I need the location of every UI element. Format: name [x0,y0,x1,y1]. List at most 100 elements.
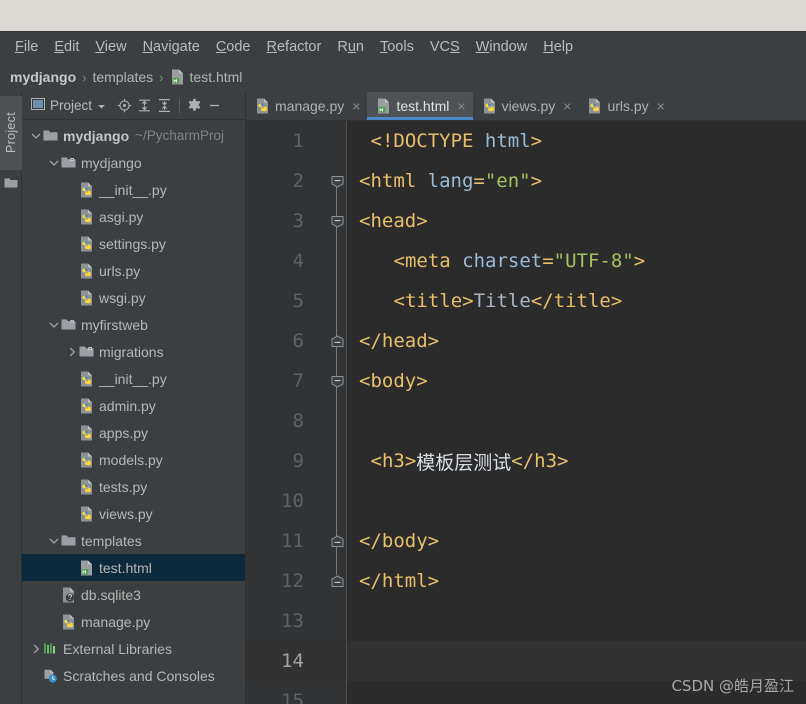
code-token-cjk: 模板层测试 [416,451,512,474]
chevron-down-icon[interactable] [46,321,61,329]
code-line-7[interactable]: <body> [347,361,806,401]
locate-icon[interactable] [115,96,134,115]
menu-item-code[interactable]: Code [208,35,259,59]
code-line-5[interactable]: <title> Title </title> [347,281,806,321]
scratches-icon [43,669,58,683]
close-icon[interactable]: × [352,99,360,113]
code-line-11[interactable]: </body> [347,521,806,561]
code-line-10[interactable] [347,481,806,521]
project-tree[interactable]: mydjango ~/PycharmProj mydjango __init__.py… [22,120,245,704]
expand-all-icon[interactable] [135,96,154,115]
breadcrumb-item-templates[interactable]: templates [92,69,153,85]
chevron-right-icon[interactable] [64,347,79,357]
menu-item-help[interactable]: Help [535,35,581,59]
menu-item-navigate[interactable]: Navigate [135,35,208,59]
close-icon[interactable]: × [457,99,465,113]
code-line-9[interactable]: <h3> 模板层测试 </h3> [347,441,806,481]
chevron-down-icon[interactable] [46,537,61,545]
code-line-4[interactable]: <meta charset = "UTF-8" > [347,241,806,281]
breadcrumb-item-label: mydjango [10,69,77,85]
editor-tab-label: manage.py [275,98,345,114]
minimize-icon[interactable] [205,96,224,115]
fold-expand-icon-11[interactable] [327,521,347,561]
python-file-icon [482,98,497,114]
code-line-14[interactable] [347,641,806,681]
tree-item-label: tests.py [99,478,148,495]
tree-item-asgi-py[interactable]: asgi.py [22,203,245,230]
code-token-tag: <body> [359,370,428,392]
menu-item-edit[interactable]: Edit [46,35,87,59]
tree-item-migrations[interactable]: migrations [22,338,245,365]
code-token-tag: <h3> [370,450,417,472]
project-view-selector[interactable]: Project [28,97,109,114]
tree-item-templates[interactable]: templates [22,527,245,554]
code-line-8[interactable] [347,401,806,441]
tree-item-mydjango[interactable]: mydjango [22,149,245,176]
tree-item-test-html[interactable]: test.html [22,554,245,581]
tree-item-label: asgi.py [99,208,144,225]
fold-collapse-icon-3[interactable] [327,201,347,241]
editor-tab-views-py[interactable]: views.py × [473,92,579,120]
editor-tab-manage-py[interactable]: manage.py × [246,92,367,120]
tree-item-wsgi-py[interactable]: wsgi.py [22,284,245,311]
code-line-13[interactable] [347,601,806,641]
breadcrumb-item-mydjango[interactable]: mydjango [10,69,76,85]
breadcrumb-item-label: templates [92,69,154,85]
tree-item-db-sqlite3[interactable]: db.sqlite3 [22,581,245,608]
fold-expand-icon-12[interactable] [327,561,347,601]
code-token-tag: </head> [359,330,440,352]
tree-item-models-py[interactable]: models.py [22,446,245,473]
fold-expand-icon-6[interactable] [327,321,347,361]
menu-item-file[interactable]: File [7,35,46,59]
html-file-icon [170,69,185,85]
code-line-3[interactable]: <head> [347,201,806,241]
gear-icon[interactable] [185,96,204,115]
tree-item--init-py[interactable]: __init__.py [22,365,245,392]
tree-item-manage-py[interactable]: manage.py [22,608,245,635]
editor-tab-label: views.py [501,98,556,114]
project-panel-toolbar [115,96,224,115]
chevron-down-icon[interactable] [28,132,43,140]
editor-tab-urls-py[interactable]: urls.py × [578,92,671,120]
tree-item-mydjango[interactable]: mydjango ~/PycharmProj [22,122,245,149]
tree-item-urls-py[interactable]: urls.py [22,257,245,284]
fold-collapse-icon-2[interactable] [327,161,347,201]
tool-window-button-project[interactable]: Project [0,96,22,170]
breadcrumb-item-test-html[interactable]: test.html [170,69,242,85]
tree-item--init-py[interactable]: __init__.py [22,176,245,203]
code-content[interactable]: <!DOCTYPE html > <html lang = "en" > <head> <me… [347,121,806,704]
tree-item-settings-py[interactable]: settings.py [22,230,245,257]
menu-item-view[interactable]: View [87,35,134,59]
tree-item-label: __init__.py [99,370,167,387]
chevron-right-icon[interactable] [28,644,43,654]
tree-item-apps-py[interactable]: apps.py [22,419,245,446]
tree-item-external-libraries[interactable]: External Libraries [22,635,245,662]
code-line-6[interactable]: </head> [347,321,806,361]
tree-item-scratches-and-consoles[interactable]: Scratches and Consoles [22,662,245,689]
menu-item-tools[interactable]: Tools [372,35,422,59]
menu-item-vcs[interactable]: VCS [422,35,468,59]
close-icon[interactable]: × [657,99,665,113]
tree-item-admin-py[interactable]: admin.py [22,392,245,419]
code-line-12[interactable]: </html> [347,561,806,601]
python-file-icon [79,236,94,252]
tree-item-myfirstweb[interactable]: myfirstweb [22,311,245,338]
code-line-1[interactable]: <!DOCTYPE html > [347,121,806,161]
python-file-icon [79,425,94,441]
folder-icon[interactable] [4,176,18,194]
tree-item-tests-py[interactable]: tests.py [22,473,245,500]
code-line-2[interactable]: <html lang = "en" > [347,161,806,201]
chevron-down-icon[interactable] [46,159,61,167]
fold-markers-column[interactable] [327,121,347,704]
menu-item-refactor[interactable]: Refactor [259,35,330,59]
fold-collapse-icon-7[interactable] [327,361,347,401]
menu-item-run[interactable]: Run [329,35,372,59]
code-line-15[interactable] [347,681,806,704]
editor-tab-test-html[interactable]: test.html × [367,92,473,120]
tree-item-views-py[interactable]: views.py [22,500,245,527]
collapse-all-icon[interactable] [155,96,174,115]
menu-item-window[interactable]: Window [468,35,536,59]
editor-gutter[interactable]: 1 2 3 4 5 6 7 8 9 10 11 12 13 14 15 [246,121,347,704]
close-icon[interactable]: × [563,99,571,113]
folder-icon [61,534,76,547]
